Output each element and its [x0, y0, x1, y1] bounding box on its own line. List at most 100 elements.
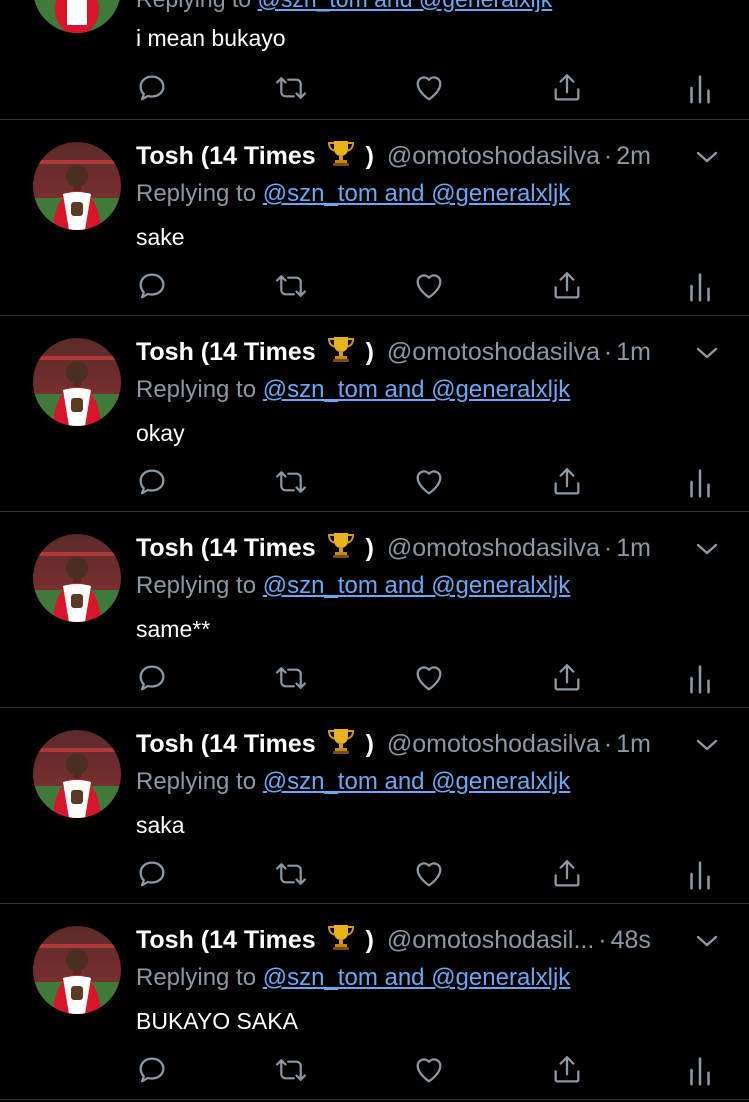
retweet-icon	[276, 275, 306, 297]
like-button[interactable]	[411, 464, 447, 500]
reply-mentions-link[interactable]: @szn_tom and @generalxljk	[263, 180, 571, 207]
like-button[interactable]	[411, 1052, 447, 1088]
tweet-text: saka	[136, 812, 185, 838]
reply-mentions-link[interactable]: @szn_tom and @generalxljk	[263, 768, 571, 795]
share-button[interactable]	[549, 464, 585, 500]
reply-button[interactable]	[134, 1052, 170, 1088]
reply-icon	[139, 665, 165, 691]
username[interactable]: @omotoshodasilva	[387, 534, 600, 562]
tweet-actions	[0, 268, 749, 308]
share-button[interactable]	[549, 856, 585, 892]
tweet[interactable]: Tosh (14 Times ) @omotoshodasilva · 1m Rep…	[0, 316, 749, 512]
share-button[interactable]	[549, 1052, 585, 1088]
reply-mentions-link[interactable]: @szn_tom and @generalxljk	[263, 572, 571, 599]
avatar[interactable]	[33, 926, 121, 1014]
tweet-text: i mean bukayo	[136, 25, 286, 51]
share-button[interactable]	[549, 660, 585, 696]
like-button[interactable]	[411, 660, 447, 696]
like-button[interactable]	[411, 856, 447, 892]
tweet[interactable]: Tosh (14 Times ) @omotoshodasil... · 48s R…	[0, 904, 749, 1100]
retweet-icon	[276, 1059, 306, 1081]
partial-tweet[interactable]: Replying to @szn_tom and @generalxljk i …	[0, 0, 749, 120]
timestamp[interactable]: 1m	[616, 730, 651, 758]
share-icon	[554, 468, 580, 495]
retweet-button[interactable]	[273, 268, 309, 304]
tweet-menu-button[interactable]	[695, 736, 719, 754]
share-button[interactable]	[549, 70, 585, 106]
reply-icon	[139, 861, 165, 887]
tweet-menu-button[interactable]	[695, 540, 719, 558]
reply-button[interactable]	[134, 856, 170, 892]
display-name[interactable]: Tosh (14 Times	[136, 926, 316, 954]
timestamp[interactable]: 48s	[611, 926, 651, 954]
replying-label: Replying to	[136, 572, 257, 599]
avatar[interactable]	[33, 142, 121, 230]
avatar[interactable]	[33, 338, 121, 426]
analytics-button[interactable]	[682, 660, 718, 696]
timestamp[interactable]: 1m	[616, 338, 651, 366]
avatar[interactable]	[33, 730, 121, 818]
analytics-button[interactable]	[682, 1052, 718, 1088]
reply-context: Replying to @szn_tom and @generalxljk	[136, 177, 570, 211]
separator: ·	[603, 142, 613, 170]
reply-mentions-link[interactable]: @szn_tom and @generalxljk	[263, 964, 571, 991]
separator: ·	[603, 730, 613, 758]
tweet-actions	[0, 1052, 749, 1092]
avatar[interactable]	[33, 534, 121, 622]
tweet[interactable]: Tosh (14 Times ) @omotoshodasilva · 1m Rep…	[0, 512, 749, 708]
tweet[interactable]: Tosh (14 Times ) @omotoshodasilva · 1m Rep…	[0, 708, 749, 904]
reply-button[interactable]	[134, 268, 170, 304]
analytics-button[interactable]	[682, 856, 718, 892]
separator: ·	[603, 338, 613, 366]
like-button[interactable]	[411, 268, 447, 304]
retweet-button[interactable]	[273, 856, 309, 892]
replying-label: Replying to	[136, 376, 257, 403]
replying-label: Replying to	[136, 964, 257, 991]
retweet-button[interactable]	[273, 464, 309, 500]
username[interactable]: @omotoshodasilva	[387, 338, 600, 366]
username[interactable]: @omotoshodasil...	[387, 926, 594, 954]
tweet-menu-button[interactable]	[695, 148, 719, 166]
tweet-actions	[0, 856, 749, 896]
retweet-button[interactable]	[273, 1052, 309, 1088]
display-name[interactable]: Tosh (14 Times	[136, 730, 316, 758]
tweet-header: Tosh (14 Times ) @omotoshodasilva · 2m	[136, 137, 689, 175]
reply-button[interactable]	[134, 660, 170, 696]
replying-label: Replying to	[136, 180, 257, 207]
tweet-menu-button[interactable]	[695, 344, 719, 362]
reply-mentions-link[interactable]: @szn_tom and @generalxljk	[257, 0, 552, 12]
share-button[interactable]	[549, 268, 585, 304]
retweet-button[interactable]	[273, 70, 309, 106]
separator: ·	[598, 926, 607, 954]
retweet-button[interactable]	[273, 660, 309, 696]
username[interactable]: @omotoshodasilva	[387, 730, 600, 758]
tweet[interactable]: Tosh (14 Times ) @omotoshodasilva · 2m Rep…	[0, 120, 749, 316]
display-name[interactable]: Tosh (14 Times	[136, 338, 316, 366]
analytics-button[interactable]	[682, 70, 718, 106]
timestamp[interactable]: 1m	[616, 534, 651, 562]
analytics-icon	[690, 1057, 710, 1086]
display-name[interactable]: Tosh (14 Times	[136, 534, 316, 562]
analytics-button[interactable]	[682, 464, 718, 500]
avatar[interactable]	[33, 0, 121, 33]
reply-button[interactable]	[134, 70, 170, 106]
like-button[interactable]	[411, 70, 447, 106]
trophy-icon	[325, 333, 357, 365]
trophy-icon	[325, 529, 357, 561]
reply-context: Replying to @szn_tom and @generalxljk	[136, 0, 552, 13]
reply-icon	[139, 1057, 165, 1083]
reply-mentions-link[interactable]: @szn_tom and @generalxljk	[263, 376, 571, 403]
tweet-actions	[0, 464, 749, 504]
display-name[interactable]: Tosh (14 Times	[136, 142, 316, 170]
timestamp[interactable]: 2m	[616, 142, 651, 170]
tweet-menu-button[interactable]	[695, 932, 719, 950]
reply-context: Replying to @szn_tom and @generalxljk	[136, 569, 570, 603]
tweet-actions	[0, 70, 749, 110]
retweet-icon	[276, 77, 306, 99]
username[interactable]: @omotoshodasilva	[387, 142, 600, 170]
analytics-icon	[690, 665, 710, 694]
retweet-icon	[276, 667, 306, 689]
replying-label: Replying to	[136, 768, 257, 795]
reply-button[interactable]	[134, 464, 170, 500]
analytics-button[interactable]	[682, 268, 718, 304]
